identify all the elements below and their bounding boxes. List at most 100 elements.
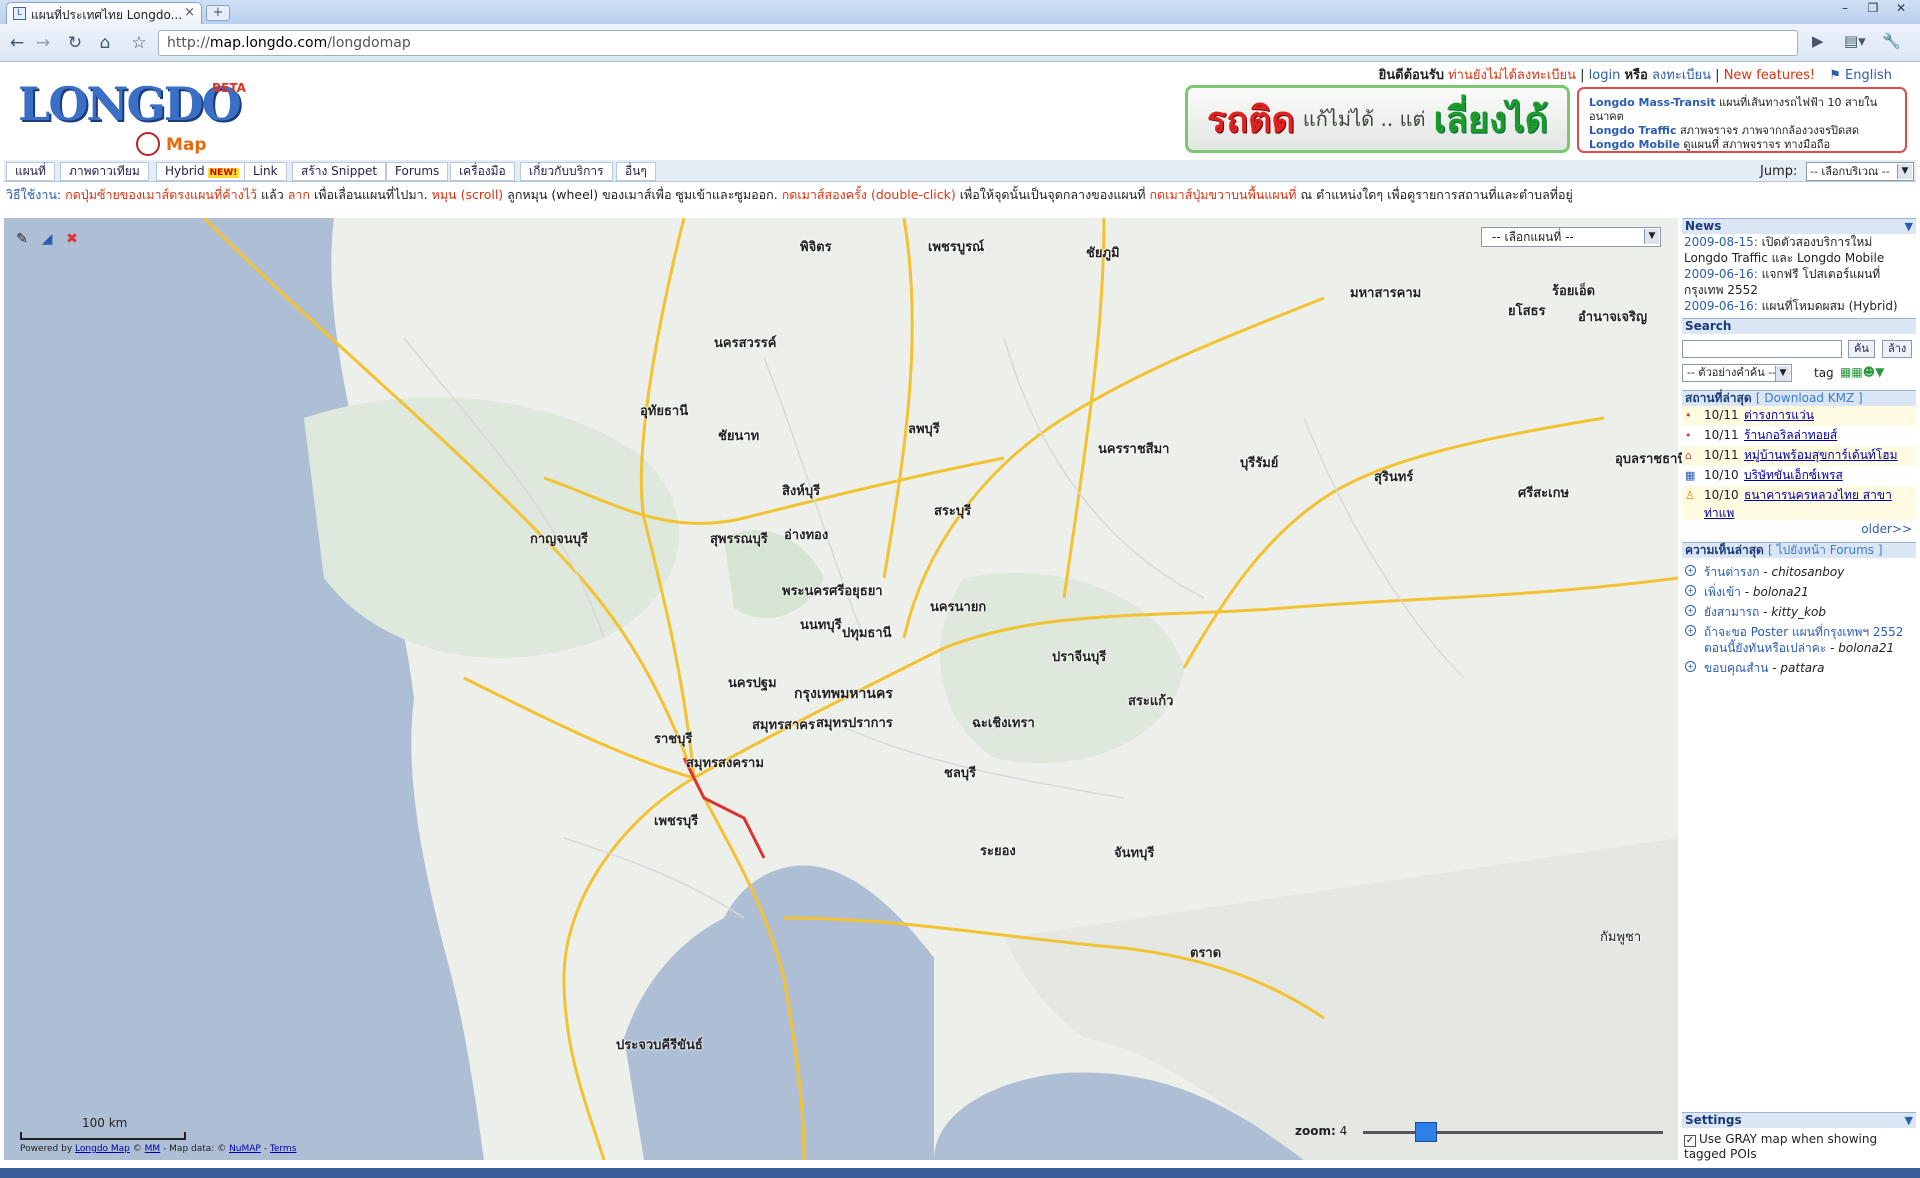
map-place[interactable]: มหาสารคาม: [1350, 282, 1421, 303]
map-place[interactable]: อุทัยธานี: [640, 400, 688, 421]
download-kmz-link[interactable]: [ Download KMZ ]: [1756, 391, 1863, 405]
menu-forums[interactable]: Forums: [386, 162, 449, 181]
comment-link[interactable]: ยังสามารถ: [1704, 605, 1759, 619]
map-place[interactable]: อำนาจเจริญ: [1578, 306, 1647, 327]
news-date-link[interactable]: 2009-08-15:: [1684, 235, 1758, 249]
map-place[interactable]: เพชรบุรี: [654, 810, 698, 831]
map-place[interactable]: สระบุรี: [934, 500, 971, 521]
numap-link[interactable]: NuMAP: [229, 1144, 261, 1154]
map-place[interactable]: บุรีรัมย์: [1240, 452, 1278, 473]
tab-close-icon[interactable]: ×: [184, 5, 195, 20]
menu-hybrid[interactable]: Hybrid NEW!: [156, 162, 249, 181]
minimize-button[interactable]: –: [1834, 1, 1856, 17]
zoom-slider-track[interactable]: [1363, 1131, 1663, 1134]
map-place[interactable]: ชลบุรี: [944, 762, 976, 783]
search-button[interactable]: ค้น: [1848, 340, 1875, 358]
tag-icons[interactable]: ▦▦☻▼: [1840, 365, 1884, 379]
menu-snippet[interactable]: สร้าง Snippet: [292, 162, 387, 181]
mobile-link[interactable]: Longdo Mobile: [1589, 138, 1680, 151]
page-menu-icon[interactable]: ▤▾: [1844, 32, 1866, 50]
news-date-link[interactable]: 2009-06-16:: [1684, 267, 1758, 281]
collapse-icon[interactable]: ▼: [1905, 219, 1913, 234]
menu-link[interactable]: Link: [244, 162, 287, 181]
back-arrow-icon[interactable]: ←: [6, 32, 28, 54]
map-place[interactable]: ระยอง: [980, 840, 1016, 861]
maximize-button[interactable]: ❐: [1862, 1, 1884, 17]
mass-transit-link[interactable]: Longdo Mass-Transit: [1589, 96, 1716, 109]
clear-button[interactable]: ล้าง: [1882, 340, 1913, 358]
map-place[interactable]: นครสวรรค์: [714, 332, 776, 353]
traffic-banner[interactable]: รถติด แก้ไม่ได้ .. แต่ เลี่ยงได้: [1185, 85, 1570, 153]
map-place[interactable]: สุพรรณบุรี: [710, 528, 768, 549]
settings-header[interactable]: Settings ▼: [1682, 1112, 1916, 1128]
comment-link[interactable]: เพิ่งเข้า: [1704, 585, 1741, 599]
map-place[interactable]: อุบลราชธานี: [1615, 448, 1686, 469]
map-place[interactable]: พระนครศรีอยุธยา: [782, 580, 883, 601]
english-link[interactable]: ⚑ English: [1829, 68, 1892, 83]
map-place[interactable]: จันทบุรี: [1114, 842, 1154, 863]
map-place[interactable]: ฉะเชิงเทรา: [972, 712, 1035, 733]
layer-icon[interactable]: ◢: [37, 229, 57, 249]
map-place[interactable]: นครปฐม: [728, 672, 777, 693]
map-place[interactable]: สิงห์บุรี: [782, 480, 820, 501]
longdo-map-link[interactable]: Longdo Map: [75, 1144, 130, 1154]
map-place[interactable]: สมุทรสาคร: [752, 714, 815, 735]
menu-about[interactable]: เกี่ยวกับบริการ: [520, 162, 613, 181]
mm-link[interactable]: MM: [145, 1144, 161, 1154]
forward-arrow-icon[interactable]: →: [32, 32, 54, 54]
new-features-link[interactable]: New features!: [1724, 68, 1815, 83]
map-place[interactable]: ชัยนาท: [718, 425, 759, 446]
register-link[interactable]: ลงทะเบียน: [1652, 68, 1711, 83]
zoom-slider-handle[interactable]: [1415, 1122, 1437, 1142]
forums-link[interactable]: [ ไปยังหน้า Forums ]: [1768, 543, 1883, 557]
map-place[interactable]: ตราด: [1190, 942, 1221, 963]
map-place[interactable]: ประจวบคีรีขันธ์: [616, 1034, 703, 1055]
map-place[interactable]: นครนายก: [930, 596, 986, 617]
example-select[interactable]: -- ตัวอย่างคำค้น -- ▼: [1682, 364, 1792, 382]
delete-icon[interactable]: ✖: [62, 229, 82, 249]
map-place[interactable]: นครราชสีมา: [1098, 438, 1169, 459]
map-place[interactable]: ปราจีนบุรี: [1052, 646, 1106, 667]
home-icon[interactable]: ⌂: [94, 32, 116, 54]
map-place[interactable]: ปทุมธานี: [842, 622, 892, 643]
close-window-button[interactable]: ✕: [1890, 1, 1912, 17]
wrench-menu-icon[interactable]: 🔧: [1882, 32, 1901, 50]
collapse-icon[interactable]: ▼: [1905, 1113, 1913, 1128]
map-place[interactable]: ลพบุรี: [908, 418, 940, 439]
go-play-icon[interactable]: ▶: [1812, 32, 1824, 50]
traffic-link[interactable]: Longdo Traffic: [1589, 124, 1676, 137]
news-header[interactable]: News ▼: [1682, 218, 1916, 234]
browser-tab[interactable]: L แผนที่ประเทศไทย Longdo... ×: [6, 2, 202, 24]
map-place[interactable]: อ่างทอง: [784, 524, 828, 545]
map-place[interactable]: ราชบุรี: [654, 728, 692, 749]
map-place[interactable]: กาญจนบุรี: [530, 528, 588, 549]
map-place[interactable]: สมุทรปราการ: [816, 712, 893, 733]
bookmark-star-icon[interactable]: ☆: [128, 32, 150, 54]
map-place[interactable]: สระแก้ว: [1128, 690, 1173, 711]
pencil-icon[interactable]: ✎: [12, 229, 32, 249]
longdo-logo[interactable]: LONGDO BETA Map: [18, 77, 248, 156]
comment-link[interactable]: ร้านต่ารงก: [1704, 565, 1760, 579]
map-place[interactable]: ยโสธร: [1508, 300, 1545, 321]
map-place[interactable]: กรุงเทพมหานคร: [794, 683, 893, 705]
services-banner[interactable]: Longdo Mass-Transit แผนที่เส้นทางรถไฟฟ้า…: [1577, 87, 1907, 153]
terms-link[interactable]: Terms: [270, 1144, 297, 1154]
news-date-link[interactable]: 2009-06-16:: [1684, 299, 1758, 313]
latest-place-link[interactable]: ต่ารงการแว่น: [1744, 408, 1814, 422]
map-place[interactable]: พิจิตร: [800, 236, 832, 257]
map-place[interactable]: ศรีสะเกษ: [1518, 482, 1569, 503]
latest-place-link[interactable]: บริษัทขันเอ็กซ์เพรส: [1744, 468, 1843, 482]
older-link[interactable]: older>>: [1682, 522, 1916, 536]
menu-tools[interactable]: เครื่องมือ: [450, 162, 515, 181]
jump-select[interactable]: -- เลือกบริเวณ -- ▼: [1806, 162, 1914, 181]
menu-more[interactable]: อื่นๆ: [616, 162, 656, 181]
address-bar[interactable]: http://map.longdo.com/longdomap: [158, 30, 1798, 56]
menu-satellite[interactable]: ภาพดาวเทียม: [60, 162, 149, 181]
map-place[interactable]: เพชรบูรณ์: [928, 236, 984, 257]
map-place[interactable]: สุรินทร์: [1374, 466, 1413, 487]
not-registered-link[interactable]: ท่านยังไม่ได้ลงทะเบียน: [1448, 68, 1576, 83]
new-tab-button[interactable]: +: [206, 5, 230, 21]
login-link[interactable]: login: [1589, 68, 1621, 83]
comment-link[interactable]: ขอบคุณสำน: [1704, 661, 1768, 675]
menu-map[interactable]: แผนที่: [6, 162, 55, 181]
